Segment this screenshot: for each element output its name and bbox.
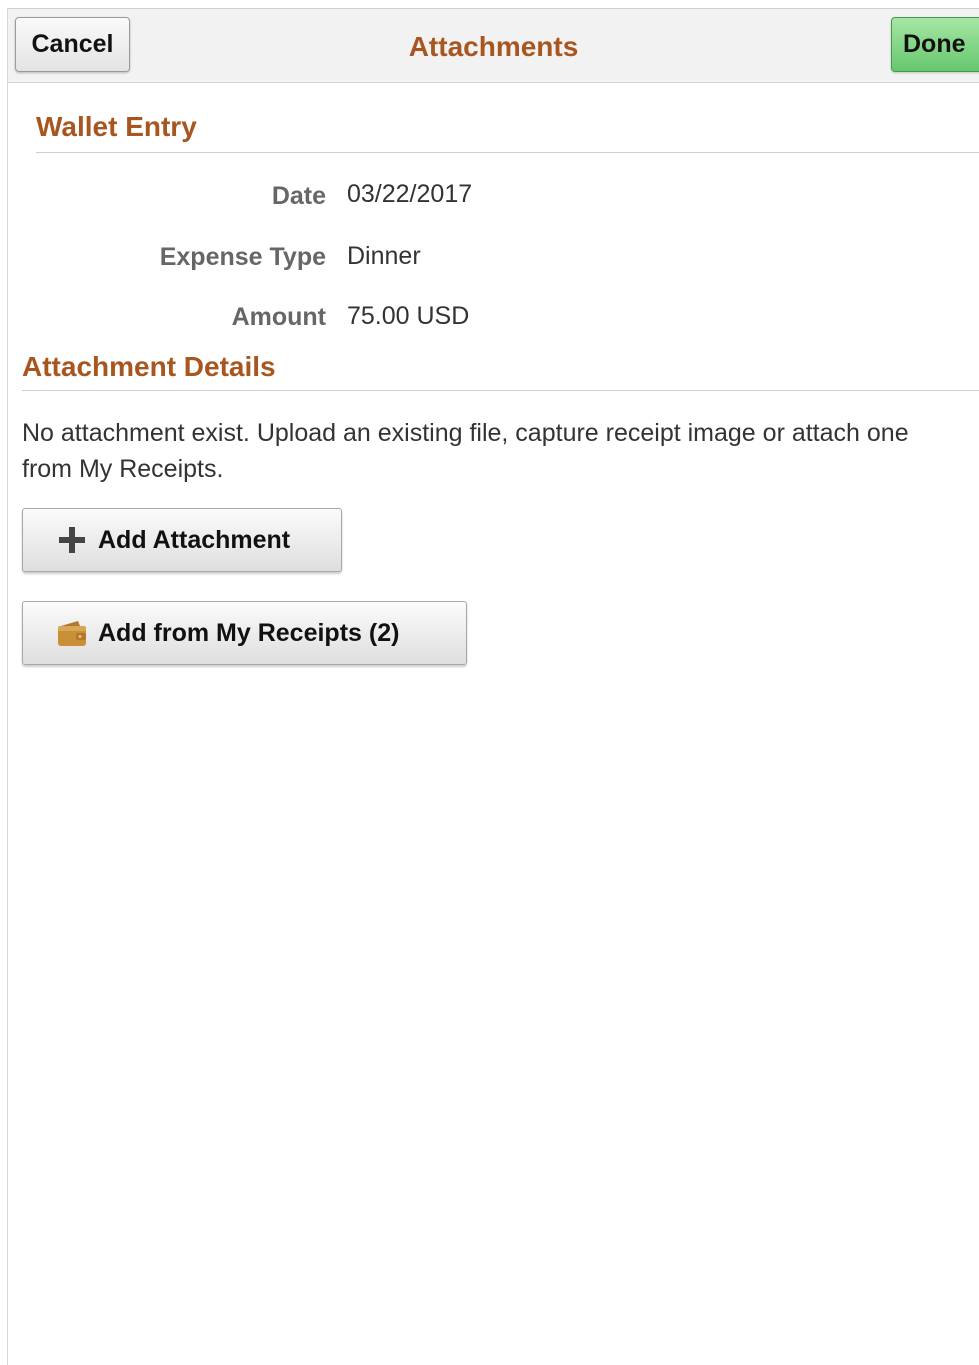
page-title: Attachments [408, 31, 579, 62]
add-attachment-label: Add Attachment [98, 525, 291, 554]
date-value: 03/22/2017 [347, 180, 473, 208]
wallet-icon [56, 617, 88, 649]
attachment-details-divider [22, 390, 979, 391]
done-button[interactable]: Done [891, 17, 979, 72]
add-from-receipts-label: Add from My Receipts (2) [98, 618, 400, 647]
add-attachment-button[interactable]: Add Attachment [22, 508, 342, 572]
date-label: Date [271, 182, 326, 210]
add-from-receipts-button[interactable]: Add from My Receipts (2) [22, 601, 467, 665]
amount-value: 75.00 USD [347, 302, 470, 330]
no-attachment-message: No attachment exist. Upload an existing … [22, 419, 909, 483]
plus-icon [56, 524, 88, 556]
left-frame [0, 8, 8, 1365]
wallet-entry-title: Wallet Entry [36, 111, 197, 142]
attachment-details-title: Attachment Details [22, 351, 276, 382]
amount-label: Amount [231, 303, 326, 331]
page-header: Cancel Attachments Done [8, 8, 979, 83]
cancel-button[interactable]: Cancel [15, 17, 130, 72]
expense-type-label: Expense Type [159, 243, 326, 271]
top-frame [0, 0, 979, 8]
wallet-entry-divider [36, 152, 979, 153]
expense-type-value: Dinner [347, 242, 421, 270]
